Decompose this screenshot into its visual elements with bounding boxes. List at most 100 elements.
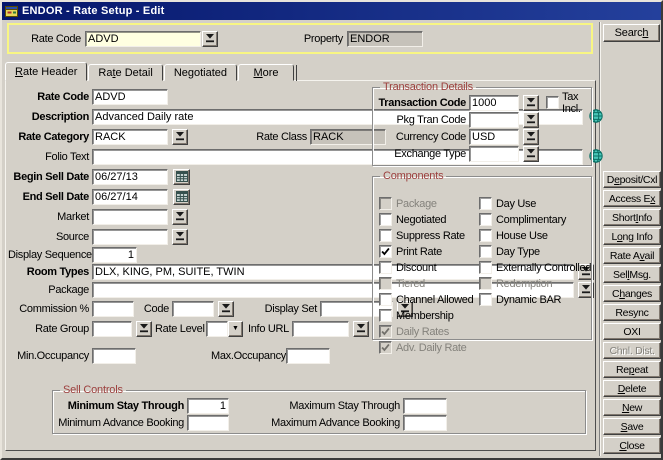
changes-button[interactable]: Changes	[603, 285, 661, 302]
component-suppress-rate[interactable]: Suppress Rate	[379, 228, 473, 243]
max-adv-input[interactable]	[403, 415, 447, 431]
currency-code-label: Currency Code	[376, 131, 466, 143]
begin-sell-date-label: Begin Sell Date	[8, 171, 89, 183]
market-lov-button[interactable]	[172, 209, 188, 225]
component-membership[interactable]: Membership	[379, 308, 473, 323]
title-bar: ENDOR - Rate Setup - Edit	[2, 2, 661, 20]
rate-code-input[interactable]	[92, 89, 168, 105]
rate-level-combo[interactable]: ▼	[206, 321, 243, 337]
component-externally-controlled[interactable]: Externally Controlled	[479, 260, 591, 275]
commission-code-lov-button[interactable]	[218, 301, 234, 317]
save-button[interactable]: Save	[603, 418, 661, 435]
checkbox-print-rate[interactable]	[379, 245, 392, 258]
commission-input[interactable]	[92, 301, 134, 317]
room-types-label: Room Types	[8, 266, 89, 278]
component-day-type[interactable]: Day Type	[479, 244, 591, 259]
checkbox-day-type[interactable]	[479, 245, 492, 258]
rate-category-input[interactable]	[92, 129, 168, 145]
deposit-cxl-button[interactable]: Deposit/Cxl	[603, 171, 661, 188]
delete-button[interactable]: Delete	[603, 380, 661, 397]
market-input[interactable]	[92, 209, 168, 225]
checkbox-membership[interactable]	[379, 309, 392, 322]
repeat-button[interactable]: Repeat	[603, 361, 661, 378]
source-lov-button[interactable]	[172, 229, 188, 245]
component-print-rate[interactable]: Print Rate	[379, 244, 473, 259]
tab-rate-header[interactable]: Rate Header	[5, 62, 87, 81]
display-sequence-input[interactable]	[92, 247, 137, 263]
rate-code-lov-button[interactable]	[202, 31, 218, 47]
component-complimentary[interactable]: Complimentary	[479, 212, 591, 227]
header-panel: Rate Code Property	[7, 23, 593, 54]
max-occupancy-input[interactable]	[286, 348, 330, 364]
rate-avail-button[interactable]: Rate Avail	[603, 247, 661, 264]
rate-category-lov-button[interactable]	[172, 129, 188, 145]
tab-rate-detail[interactable]: Rate Detail	[88, 64, 162, 81]
checkbox-complimentary[interactable]	[479, 213, 492, 226]
access-ex-button[interactable]: Access Ex	[603, 190, 661, 207]
tab-negotiated[interactable]: Negotiated	[164, 64, 237, 81]
property-label: Property	[248, 33, 343, 45]
pkg-tran-code-lov-button[interactable]	[523, 112, 539, 128]
search-button[interactable]: Search	[603, 24, 660, 42]
tax-incl-checkbox[interactable]	[546, 96, 559, 109]
calendar-button[interactable]	[173, 189, 190, 205]
exchange-type-lov-button[interactable]	[523, 146, 539, 162]
min-occupancy-input[interactable]	[92, 348, 136, 364]
components-right-column: Day UseComplimentaryHouse UseDay TypeExt…	[479, 196, 591, 308]
max-stay-input[interactable]	[403, 398, 447, 414]
min-adv-input[interactable]	[187, 415, 229, 431]
exchange-type-row: Exchange Type	[376, 145, 588, 162]
checkbox-suppress-rate[interactable]	[379, 229, 392, 242]
rate-group-lov-button[interactable]	[136, 321, 152, 337]
oxi-button[interactable]: OXI	[603, 323, 661, 340]
checkbox-label: Suppress Rate	[396, 230, 465, 242]
checkbox-house-use[interactable]	[479, 229, 492, 242]
checkbox-label: Adv. Daily Rate	[396, 342, 467, 354]
short-info-button[interactable]: Short Info	[603, 209, 661, 226]
component-negotiated[interactable]: Negotiated	[379, 212, 473, 227]
transaction-code-lov-button[interactable]	[523, 95, 539, 111]
checkbox-channel-allowed[interactable]	[379, 293, 392, 306]
checkbox-externally-controlled[interactable]	[479, 261, 492, 274]
currency-code-input[interactable]	[469, 129, 519, 145]
source-row: Source	[8, 228, 188, 245]
tab-more[interactable]: More	[238, 64, 294, 81]
header-rate-code-input[interactable]	[85, 31, 201, 47]
new-button[interactable]: New	[603, 399, 661, 416]
resync-button[interactable]: Resync	[603, 304, 661, 321]
checkbox-discount[interactable]	[379, 261, 392, 274]
exchange-type-input[interactable]	[469, 146, 519, 162]
checkbox-label: Membership	[396, 310, 454, 322]
source-input[interactable]	[92, 229, 168, 245]
checkbox-redemption	[479, 277, 492, 290]
sell-msg-button[interactable]: Sell Msg.	[603, 266, 661, 283]
max-occupancy-label: Max.Occupancy	[211, 350, 283, 362]
pkg-tran-code-input[interactable]	[469, 112, 519, 128]
component-channel-allowed[interactable]: Channel Allowed	[379, 292, 473, 307]
chevron-down-icon[interactable]: ▼	[228, 321, 243, 337]
rate-group-input[interactable]	[92, 321, 132, 337]
component-day-use[interactable]: Day Use	[479, 196, 591, 211]
long-info-button[interactable]: Long Info	[603, 228, 661, 245]
checkbox-negotiated[interactable]	[379, 213, 392, 226]
commission-code-input[interactable]	[172, 301, 214, 317]
max-adv-label: Maximum Advance Booking	[248, 417, 400, 429]
begin-sell-date-input[interactable]	[92, 169, 168, 185]
component-dynamic-bar[interactable]: Dynamic BAR	[479, 292, 591, 307]
end-sell-date-input[interactable]	[92, 189, 168, 205]
min-stay-input[interactable]	[187, 398, 229, 414]
checkbox-label: Negotiated	[396, 214, 446, 226]
currency-code-lov-button[interactable]	[523, 129, 539, 145]
component-discount[interactable]: Discount	[379, 260, 473, 275]
info-url-input[interactable]	[292, 321, 349, 337]
transaction-code-input[interactable]	[469, 95, 519, 111]
close-button[interactable]: Close	[603, 437, 661, 454]
calendar-button[interactable]	[173, 169, 190, 185]
info-url-lov-button[interactable]	[353, 321, 369, 337]
rate-level-input[interactable]	[206, 321, 228, 337]
component-house-use[interactable]: House Use	[479, 228, 591, 243]
checkbox-day-use[interactable]	[479, 197, 492, 210]
checkbox-dynamic-bar[interactable]	[479, 293, 492, 306]
sell-controls-group: Sell Controls Minimum Stay Through Maxim…	[52, 384, 586, 434]
checkbox-label: Daily Rates	[396, 326, 449, 338]
